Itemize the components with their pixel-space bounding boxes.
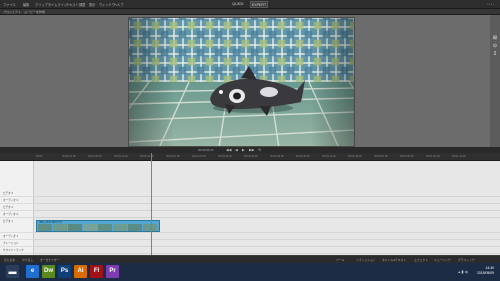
menu-view[interactable]: 表示 — [89, 2, 95, 7]
ruler-tick: 00;00;20;00 — [166, 155, 180, 158]
track-header-audio-2[interactable]: オーディオ 2 — [0, 212, 34, 218]
redo-button[interactable]: やり直し — [22, 258, 33, 262]
step-back-button[interactable]: ◀ — [235, 148, 238, 152]
track-header-soundtrack[interactable]: サウンドトラック — [0, 248, 34, 254]
tab-quick[interactable]: QUICK — [230, 1, 246, 8]
track-header-video-1[interactable]: ビデオ 1 — [0, 219, 34, 233]
window-controls[interactable]: ▪ ▪ ▪ ▪ — [487, 2, 494, 6]
ruler-tick: 00;00;52;00 — [374, 155, 388, 158]
ruler-tick: 00;01;00;00 — [426, 155, 440, 158]
clip-thumbnail — [38, 224, 52, 231]
lane-video-2[interactable] — [34, 205, 500, 211]
flash-icon[interactable]: Fl — [90, 265, 103, 278]
music-button[interactable]: ミュージック — [434, 258, 451, 262]
clip-thumbnail — [53, 224, 67, 231]
undo-button[interactable]: 元に戻す — [4, 258, 15, 262]
action-bar: 元に戻す やり直し オーガナイザー ツール トランジション タイトル&テキスト … — [0, 255, 500, 263]
track-header-video-2[interactable]: ビデオ 2 — [0, 205, 34, 211]
effects-button[interactable]: エフェクト — [414, 258, 428, 262]
premiere-elements-icon[interactable]: Pr — [106, 265, 119, 278]
project-menu[interactable]: プロジェクト — [3, 10, 21, 14]
menu-file[interactable]: ファイル — [3, 2, 16, 7]
clip-thumbnail — [98, 224, 112, 231]
track-headers: ビデオ 3 オーディオ 3 ビデオ 2 オーディオ 2 ビデオ 1 オーディオ … — [0, 161, 34, 255]
menu-window[interactable]: ウィンドウ — [99, 2, 115, 7]
ruler-tick: 00;00;32;00 — [244, 155, 258, 158]
clip-thumbnail — [113, 224, 127, 231]
graphics-button[interactable]: グラフィック — [458, 258, 475, 262]
pool-tiles-image — [129, 18, 354, 146]
clip-thumbnail — [83, 224, 97, 231]
tools-button[interactable]: ツール — [336, 258, 344, 262]
tab-expert[interactable]: EXPERT — [250, 1, 268, 8]
menu-bar: ファイル 編集 クリップ タイムライン テキスト 調整 表示 ウィンドウ ヘルプ… — [0, 0, 500, 9]
video-clip[interactable]: IMG_0012.MOV [V] — [36, 220, 160, 232]
timeline-ruler[interactable]: 00;00 00;00;04;00 00;00;08;00 00;00;12;0… — [0, 153, 500, 161]
step-forward-button[interactable]: ▶▶ — [249, 148, 254, 152]
system-tray-icons[interactable]: ▴ ▮ ◂) — [458, 269, 468, 274]
ie-icon[interactable]: e — [26, 265, 39, 278]
lane-audio-3[interactable] — [34, 198, 500, 204]
ruler-tick: 00;00;48;00 — [348, 155, 362, 158]
adjust-icon[interactable]: ⊞ — [492, 36, 498, 41]
ruler-tick: 00;00;04;00 — [62, 155, 76, 158]
transitions-button[interactable]: トランジション — [356, 258, 376, 262]
illustrator-icon[interactable]: Ai — [74, 265, 87, 278]
ruler-tick: 00;00;28;00 — [218, 155, 232, 158]
menu-adjust[interactable]: 調整 — [79, 2, 85, 7]
organizer-button[interactable]: オーガナイザー — [40, 258, 60, 262]
track-header-narration[interactable]: ナレーション — [0, 241, 34, 247]
track-header-audio-3[interactable]: オーディオ 3 — [0, 198, 34, 204]
ruler-tick: 00;00;24;00 — [192, 155, 206, 158]
photoshop-icon[interactable]: Ps — [58, 265, 71, 278]
create-movie-menu[interactable]: ムービーを作成 — [24, 10, 45, 14]
clip-thumbnail — [143, 224, 157, 231]
ruler-tick: 00;00;40;00 — [296, 155, 310, 158]
play-button[interactable]: ▶ — [242, 148, 245, 152]
pin-icon[interactable]: ↧ — [492, 52, 498, 57]
file-explorer-icon[interactable]: ▬ — [6, 265, 19, 278]
timecode: 00;00;05;21 — [198, 148, 214, 152]
ruler-tick: 00;00;08;00 — [88, 155, 102, 158]
ruler-tick: 00;01;04;00 — [452, 155, 466, 158]
track-header-audio-1[interactable]: オーディオ 1 — [0, 234, 34, 240]
lane-audio-2[interactable] — [34, 212, 500, 218]
track-header-video-3[interactable]: ビデオ 3 — [0, 191, 34, 197]
lane-narration[interactable] — [34, 241, 500, 247]
dreamweaver-icon[interactable]: Dw — [42, 265, 55, 278]
titles-button[interactable]: タイトル&テキスト — [382, 258, 406, 262]
loop-button[interactable]: ⟲ — [258, 148, 261, 152]
clip-thumbnail — [128, 224, 142, 231]
playhead[interactable] — [151, 153, 152, 255]
ruler-tick: 00;00;12;00 — [114, 155, 128, 158]
lane-video-3[interactable] — [34, 191, 500, 197]
taskbar-clock[interactable]: 14:40 2015/05/09 — [477, 266, 494, 276]
timeline-area[interactable]: IMG_0012.MOV [V] — [34, 153, 500, 255]
windows-taskbar: ▬ e Dw Ps Ai Fl Pr ▴ ▮ ◂) 14:40 2015/05/… — [0, 263, 500, 281]
ruler-tick: 00;00;56;00 — [400, 155, 414, 158]
zoom-icon[interactable]: ⊙ — [492, 44, 498, 49]
menu-text[interactable]: テキスト — [66, 2, 79, 7]
lane-soundtrack[interactable] — [34, 248, 500, 254]
ruler-tick: 00;00 — [36, 155, 43, 158]
video-preview[interactable] — [128, 17, 355, 147]
clip-thumbnail — [68, 224, 82, 231]
rewind-button[interactable]: ◀◀ — [226, 148, 231, 152]
clock-date: 2015/05/09 — [477, 271, 494, 275]
ruler-tick: 00;00;36;00 — [270, 155, 284, 158]
menu-timeline[interactable]: タイムライン — [48, 2, 67, 7]
lane-audio-1[interactable] — [34, 234, 500, 240]
ruler-tick: 00;00;44;00 — [322, 155, 336, 158]
menu-edit[interactable]: 編集 — [23, 2, 29, 7]
monitor-tools: ⊞ ⊙ ↧ — [490, 15, 500, 147]
menu-clip[interactable]: クリップ — [35, 2, 48, 7]
menu-help[interactable]: ヘルプ — [114, 2, 124, 7]
